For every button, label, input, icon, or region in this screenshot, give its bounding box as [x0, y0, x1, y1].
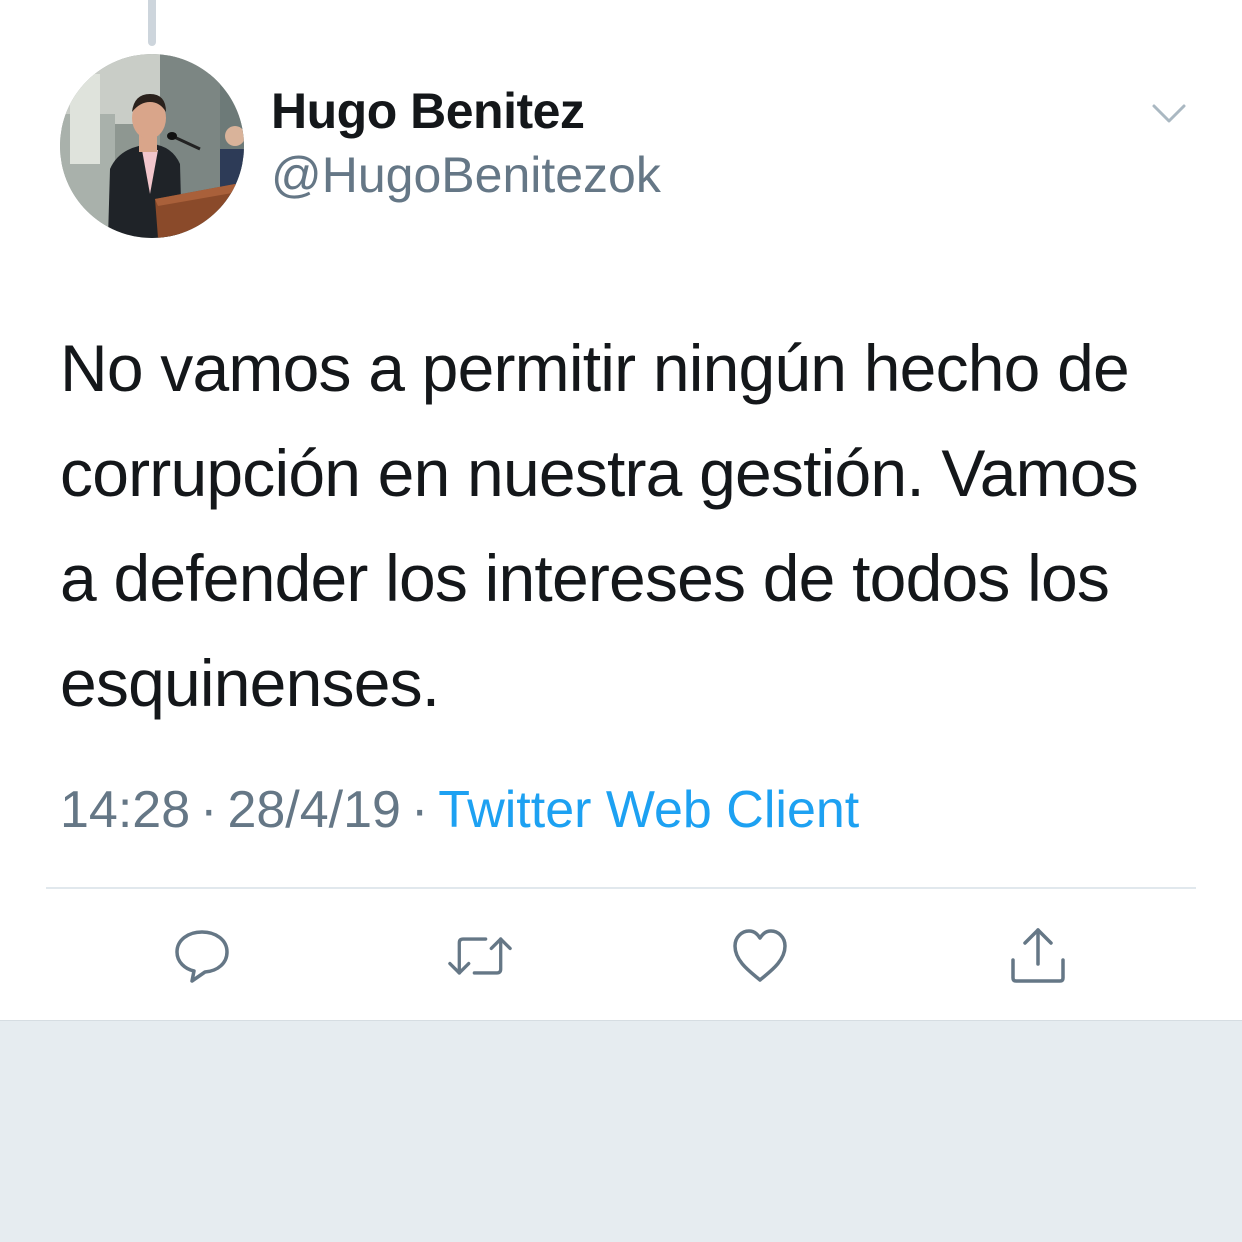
tweet-source-link[interactable]: Twitter Web Client [438, 781, 859, 839]
share-button[interactable] [1006, 924, 1070, 988]
like-button[interactable] [728, 924, 792, 988]
thread-connector-line [148, 0, 156, 46]
reply-icon [175, 930, 229, 983]
tweet-date: 28/4/19 [227, 781, 401, 839]
retweet-icon [448, 937, 512, 975]
reply-button[interactable] [170, 924, 234, 988]
divider [46, 887, 1196, 889]
tweet-text: No vamos a permitir ningún hecho de corr… [60, 331, 1139, 720]
chevron-down-icon [1152, 104, 1186, 123]
tweet-menu-button[interactable] [1150, 100, 1188, 128]
meta-separator: · [200, 781, 218, 839]
tweet-time: 14:28 [60, 781, 191, 839]
heart-icon [733, 929, 787, 982]
tweet-metadata: 14:28 · 28/4/19 · Twitter Web Client [60, 780, 859, 840]
avatar[interactable] [60, 54, 244, 238]
display-name[interactable]: Hugo Benitez [271, 82, 585, 140]
avatar-photo [60, 54, 244, 238]
tweet-card: Hugo Benitez @HugoBenitezok No vamos a p… [0, 0, 1242, 1021]
meta-separator: · [410, 781, 429, 839]
screen-name[interactable]: @HugoBenitezok [271, 146, 661, 204]
retweet-button[interactable] [448, 924, 512, 988]
share-icon [1011, 928, 1065, 983]
